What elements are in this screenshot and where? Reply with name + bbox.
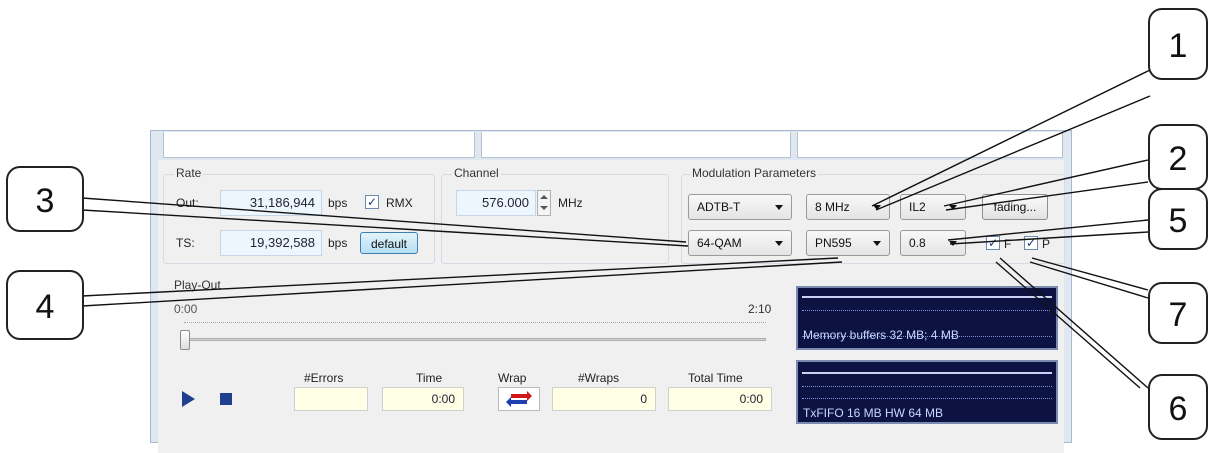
leader-line-7 xyxy=(1031,257,1149,291)
leader-line-1 xyxy=(871,69,1151,207)
leader-line-6 xyxy=(999,257,1149,389)
leader-line-3 xyxy=(81,197,687,243)
leader-line-1 xyxy=(875,95,1151,211)
leader-line-5 xyxy=(949,231,1149,245)
leader-line-4 xyxy=(81,261,843,307)
leader-line-2 xyxy=(945,181,1149,211)
leader-line-6 xyxy=(995,261,1141,389)
callout-3: 3 xyxy=(6,166,84,232)
callout-leaders xyxy=(81,69,1151,389)
leader-line-2 xyxy=(943,159,1149,207)
callout-2: 2 xyxy=(1148,124,1208,190)
callout-6: 6 xyxy=(1148,374,1208,440)
callout-4: 4 xyxy=(6,270,84,340)
leader-line-4 xyxy=(81,257,839,297)
leader-line-3 xyxy=(81,209,689,247)
callout-1: 1 xyxy=(1148,8,1208,80)
callout-7: 7 xyxy=(1148,282,1208,344)
leader-line-5 xyxy=(947,219,1149,241)
leader-line-7 xyxy=(1029,261,1149,299)
callout-5: 5 xyxy=(1148,188,1208,250)
